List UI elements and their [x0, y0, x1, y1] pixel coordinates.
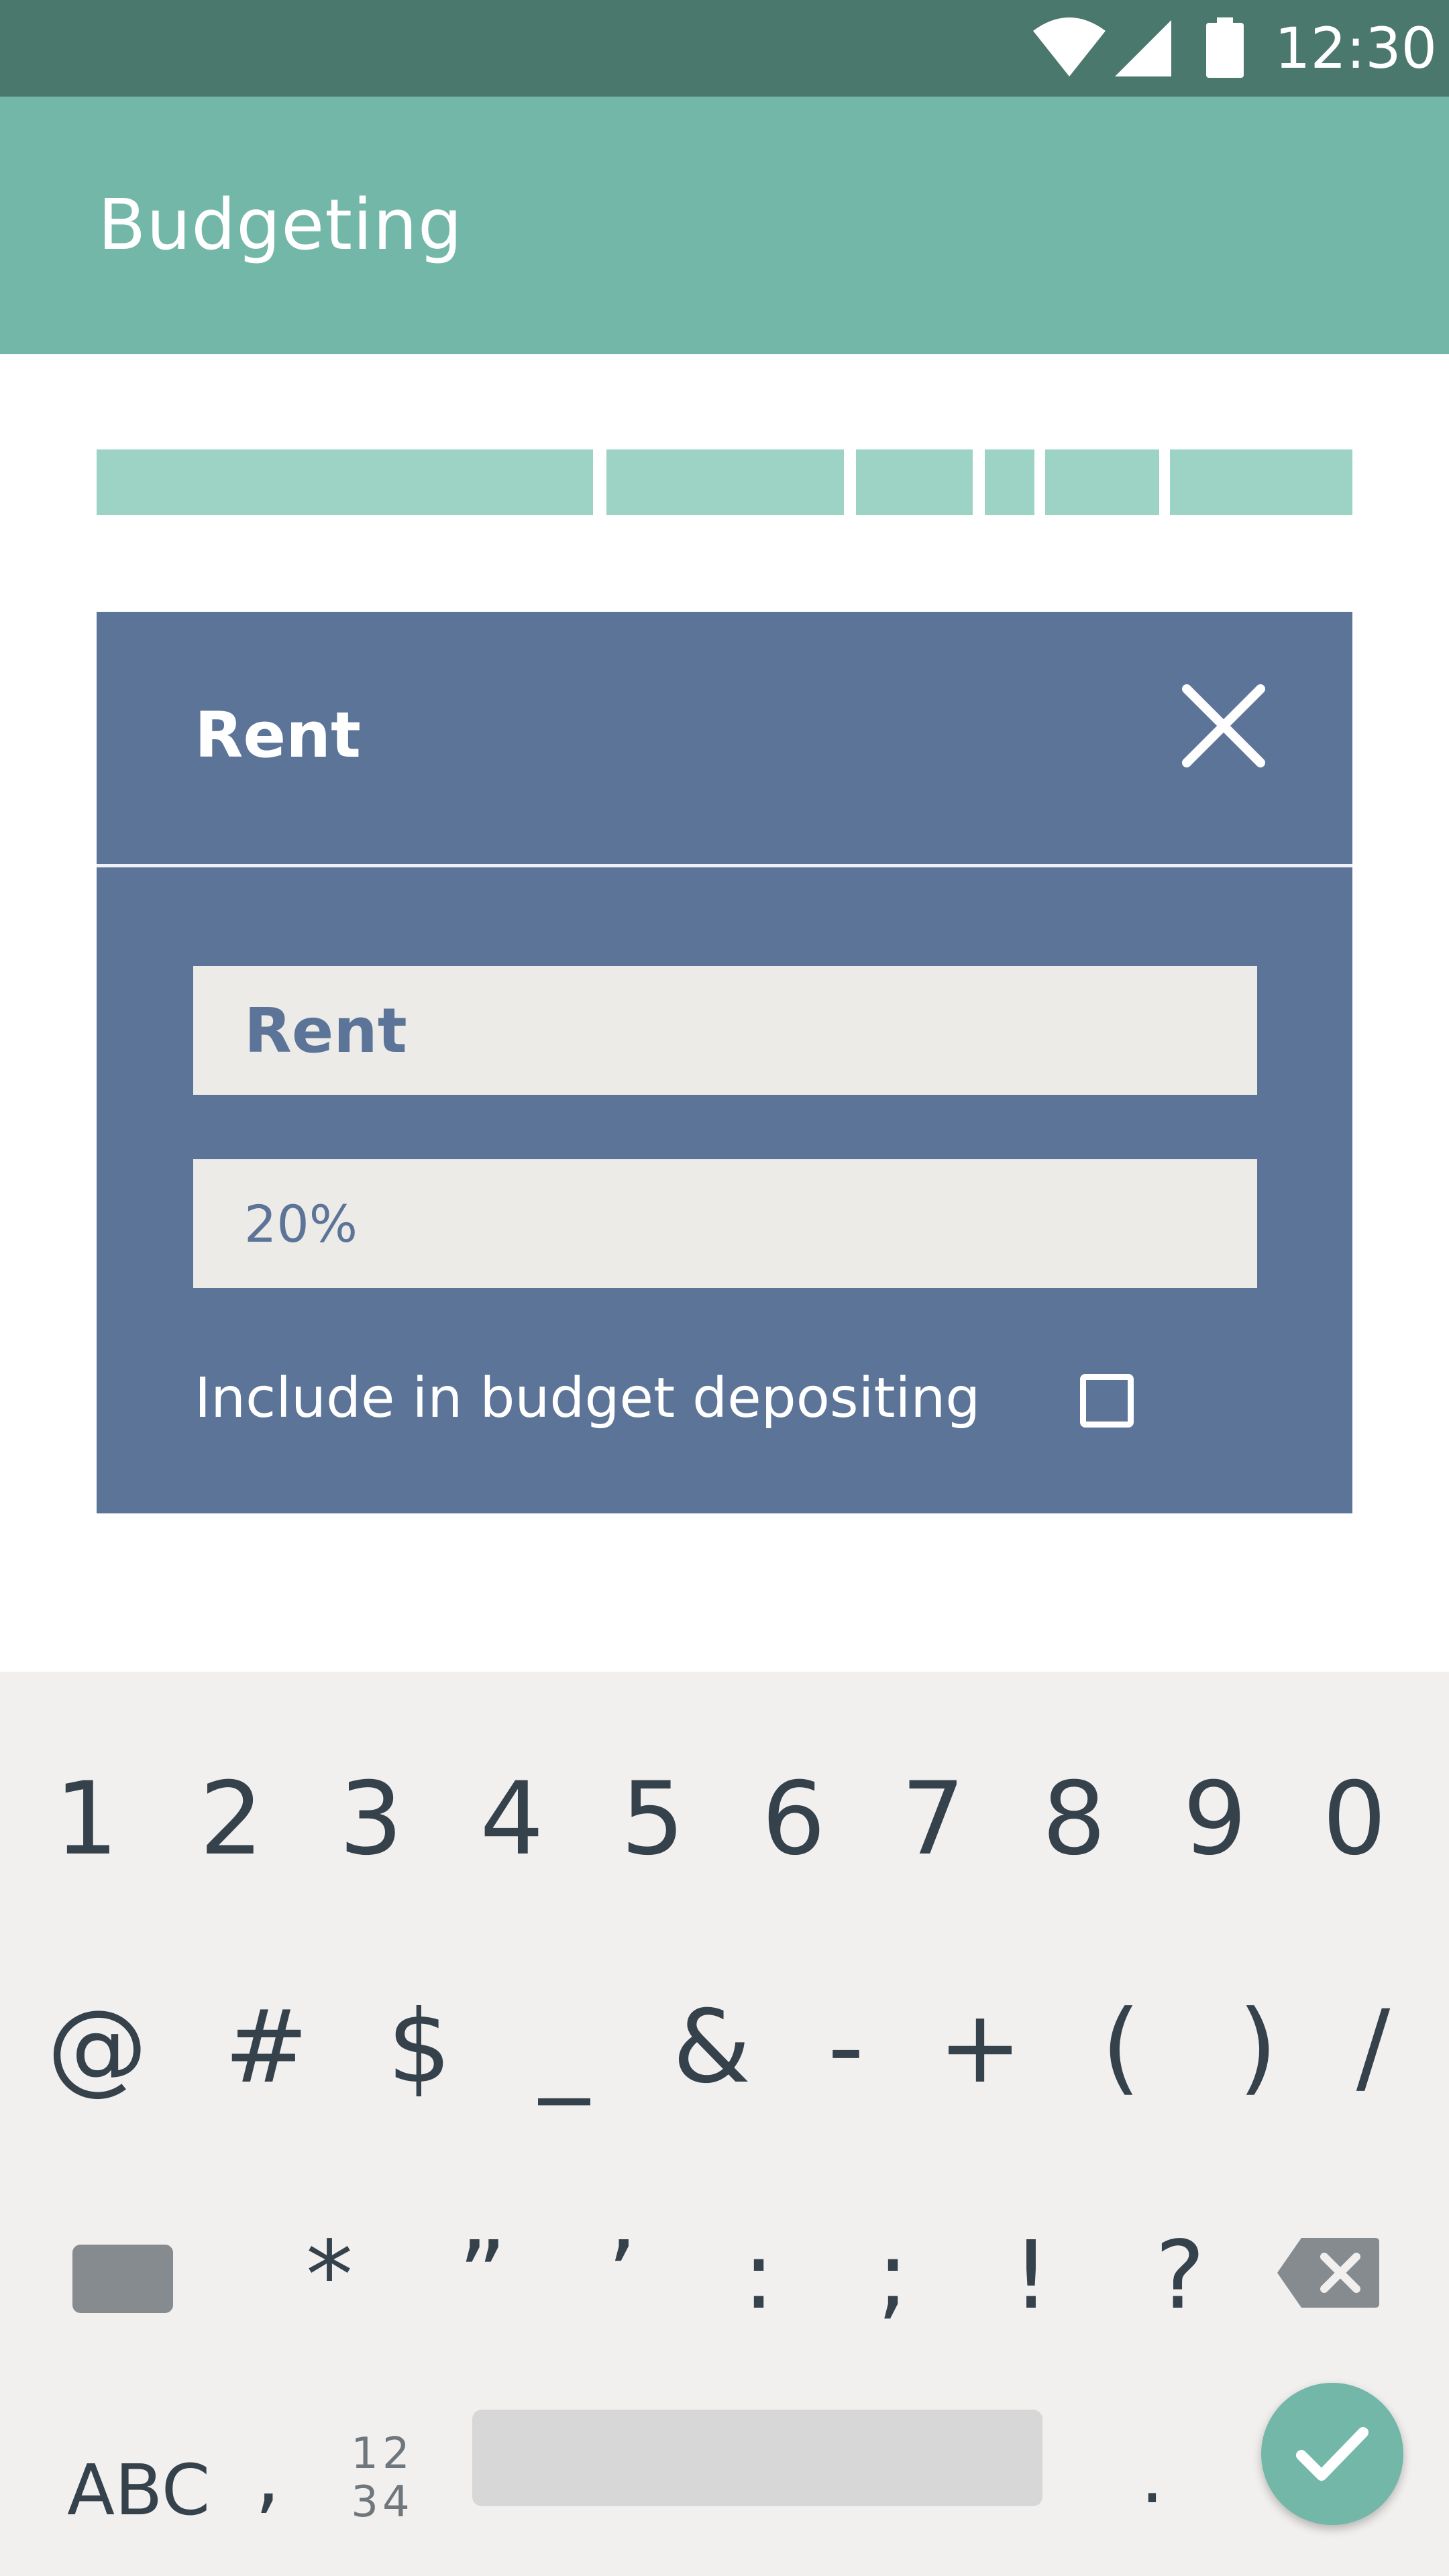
app-bar: Budgeting [0, 97, 1449, 354]
key[interactable]: 6 [723, 1752, 864, 1886]
include-deposit-checkbox[interactable] [1080, 1374, 1134, 1428]
app-title: Budgeting [98, 184, 463, 266]
key[interactable]: ’ [551, 2208, 692, 2343]
status-time: 12:30 [1275, 15, 1438, 81]
key[interactable]: / [1303, 1980, 1444, 2114]
numpad-key[interactable]: 12 34 [342, 2410, 423, 2544]
key[interactable]: 3 [301, 1752, 441, 1886]
key[interactable]: ” [412, 2208, 553, 2343]
key[interactable]: * [259, 2208, 400, 2343]
backspace-key[interactable] [1275, 2235, 1382, 2310]
budget-segment[interactable] [97, 449, 593, 515]
budget-segment[interactable] [606, 449, 844, 515]
key[interactable]: 9 [1144, 1752, 1285, 1886]
signal-icon [1115, 20, 1171, 76]
space-key[interactable] [472, 2410, 1042, 2506]
key[interactable]: ; [822, 2208, 963, 2343]
key[interactable]: - [775, 1980, 916, 2114]
category-percent-input[interactable] [193, 1159, 1257, 1288]
budget-segment[interactable] [985, 449, 1034, 515]
check-icon [1296, 2427, 1368, 2481]
key[interactable]: ? [1110, 2208, 1250, 2343]
done-button[interactable] [1261, 2383, 1403, 2525]
status-bar: 12:30 [0, 0, 1449, 97]
close-button[interactable] [1170, 672, 1277, 780]
battery-icon [1206, 17, 1244, 78]
key[interactable]: 1 [16, 1752, 157, 1886]
symbol-keyboard: 1 2 3 4 5 6 7 8 9 0 @ # $ _ & - + ( ) / … [0, 1672, 1449, 2576]
budget-segment[interactable] [1170, 449, 1352, 515]
key[interactable]: @ [27, 1980, 168, 2114]
budget-category-dialog: Rent Include in budget depositing [97, 612, 1352, 1513]
key[interactable]: 8 [1004, 1752, 1144, 1886]
numpad-key-top: 12 [351, 2429, 414, 2479]
key[interactable]: # [196, 1980, 337, 2114]
key[interactable]: 0 [1284, 1752, 1425, 1886]
key[interactable]: ( [1051, 1980, 1191, 2114]
category-name-input[interactable] [193, 966, 1257, 1095]
key[interactable]: 4 [441, 1752, 582, 1886]
key[interactable]: $ [349, 1980, 490, 2114]
key[interactable]: ! [961, 2208, 1102, 2343]
close-icon [1182, 684, 1265, 767]
key[interactable]: 7 [863, 1752, 1004, 1886]
key[interactable]: 5 [582, 1752, 723, 1886]
key[interactable]: & [641, 1980, 782, 2114]
period-key[interactable]: . [1140, 2410, 1164, 2544]
budget-segment[interactable] [856, 449, 973, 515]
dialog-title: Rent [195, 699, 361, 772]
budget-segment[interactable] [1045, 449, 1159, 515]
comma-key[interactable]: , [255, 2410, 280, 2544]
numpad-key-bottom: 34 [351, 2477, 414, 2527]
keyboard-layout-key[interactable] [72, 2245, 173, 2313]
include-deposit-label: Include in budget depositing [195, 1366, 981, 1430]
wifi-icon [1033, 17, 1106, 76]
dialog-divider [97, 864, 1352, 867]
key[interactable]: 2 [161, 1752, 302, 1886]
abc-key[interactable]: ABC [67, 2423, 210, 2557]
budget-bar [97, 449, 1352, 515]
key[interactable]: : [688, 2208, 829, 2343]
key[interactable]: + [910, 1980, 1051, 2114]
backspace-icon [1277, 2238, 1379, 2308]
key[interactable]: _ [494, 1980, 635, 2114]
